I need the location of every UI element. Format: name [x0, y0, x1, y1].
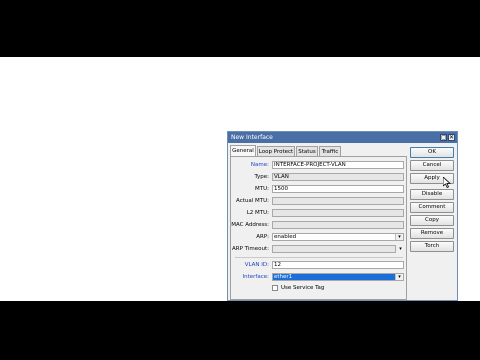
- new-interface-dialog: New Interface ▢ ✕ General Loop Protect S…: [227, 131, 458, 301]
- use-service-tag-label: Use Service Tag: [281, 285, 325, 291]
- maximize-icon[interactable]: ▢: [440, 134, 447, 141]
- chevron-down-icon[interactable]: ▾: [395, 234, 403, 240]
- arp-value: enabled: [274, 234, 297, 240]
- mtu-input[interactable]: 1500: [272, 185, 404, 193]
- mac-address-field: [272, 221, 404, 229]
- dialog-title: New Interface: [231, 134, 273, 141]
- letterbox-bottom: [0, 301, 480, 360]
- arp-timeout-label: ARP Timeout:: [232, 246, 269, 252]
- l2mtu-field: [272, 209, 404, 217]
- cancel-button[interactable]: Cancel: [410, 160, 454, 171]
- mac-address-label: MAC Address:: [231, 222, 269, 228]
- tab-status[interactable]: Status: [296, 146, 318, 156]
- close-icon[interactable]: ✕: [448, 134, 455, 141]
- tab-traffic[interactable]: Traffic: [319, 146, 341, 156]
- mtu-label: MTU:: [255, 186, 269, 192]
- arp-select[interactable]: enabled ▾: [272, 233, 404, 241]
- dialog-titlebar[interactable]: New Interface ▢ ✕: [228, 132, 457, 143]
- type-field: VLAN: [272, 173, 404, 181]
- section-divider: [235, 257, 403, 258]
- remove-button[interactable]: Remove: [410, 228, 454, 239]
- comment-button[interactable]: Comment: [410, 202, 454, 213]
- tab-general[interactable]: General: [230, 145, 256, 156]
- interface-label: Interface:: [242, 274, 269, 280]
- name-label: Name:: [250, 162, 269, 168]
- ok-button[interactable]: OK: [410, 147, 454, 158]
- actual-mtu-field: [272, 197, 404, 205]
- tab-loop-protect[interactable]: Loop Protect: [257, 146, 295, 156]
- copy-button[interactable]: Copy: [410, 215, 454, 226]
- torch-button[interactable]: Torch: [410, 241, 454, 252]
- disable-button[interactable]: Disable: [410, 189, 454, 200]
- mouse-pointer-icon: [443, 177, 451, 188]
- letterbox-top: [0, 0, 480, 57]
- interface-select[interactable]: ether1 ▾: [272, 273, 404, 281]
- general-panel: Name: INTERFACE-PROJECT-VLAN Type: VLAN …: [230, 156, 407, 300]
- l2mtu-label: L2 MTU:: [246, 210, 269, 216]
- actual-mtu-label: Actual MTU:: [236, 198, 269, 204]
- arp-label: ARP:: [256, 234, 269, 240]
- arp-timeout-dropdown-icon[interactable]: ▾: [397, 246, 404, 252]
- vlan-id-label: VLAN ID:: [244, 262, 269, 268]
- name-input[interactable]: INTERFACE-PROJECT-VLAN: [272, 161, 404, 169]
- type-label: Type:: [254, 174, 270, 180]
- chevron-down-icon[interactable]: ▾: [395, 274, 403, 280]
- use-service-tag-checkbox[interactable]: [272, 285, 278, 291]
- interface-value: ether1: [274, 274, 293, 280]
- vlan-id-input[interactable]: 12: [272, 261, 404, 269]
- arp-timeout-input[interactable]: [272, 245, 396, 253]
